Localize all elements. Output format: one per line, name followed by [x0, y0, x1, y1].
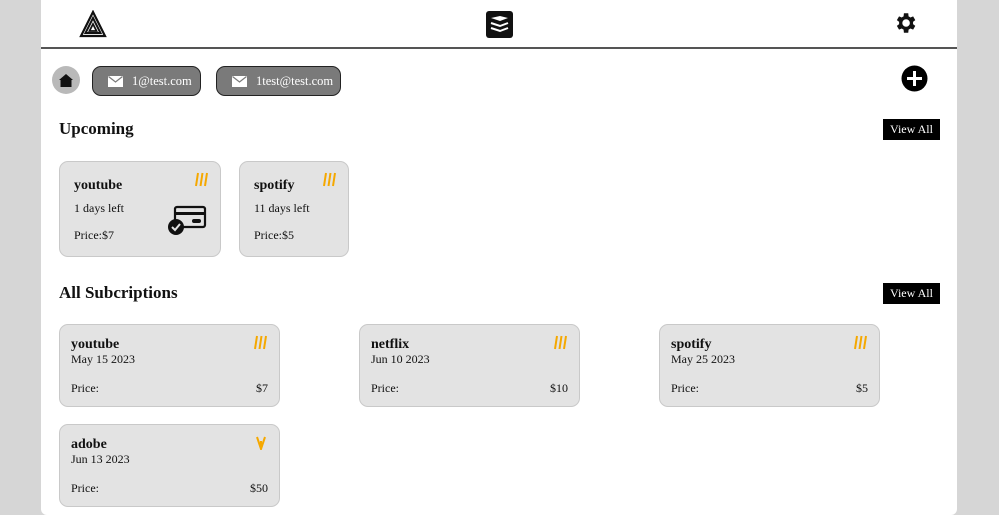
bars-icon: [854, 335, 867, 350]
days-left: 1 days left: [74, 201, 124, 215]
credit-card-check-icon: [168, 205, 207, 235]
price-label: Price:: [71, 481, 99, 495]
subscription-card-spotify[interactable]: spotify May 25 2023 Price: $5: [659, 324, 880, 407]
plus-circle-icon[interactable]: [901, 65, 928, 92]
subscription-name: spotify: [254, 178, 295, 193]
price-label: Price:: [671, 381, 699, 395]
mail-icon: [232, 75, 247, 87]
bars-icon: [554, 335, 567, 350]
all-subscriptions-title: All Subcriptions: [59, 283, 178, 302]
v-bars-icon: [256, 436, 266, 450]
price-label: Price:: [371, 381, 399, 395]
account-email: 1@test.com: [132, 73, 192, 88]
price-value: $10: [550, 381, 568, 395]
account-email: 1test@test.com: [256, 73, 334, 88]
subscription-name: adobe: [71, 437, 107, 452]
subscription-date: Jun 13 2023: [71, 452, 130, 466]
subscription-date: May 25 2023: [671, 352, 735, 366]
bars-icon: [195, 172, 208, 187]
days-left: 11 days left: [254, 201, 310, 215]
all-subscriptions-view-all-button[interactable]: View All: [883, 283, 940, 304]
gear-icon[interactable]: [892, 10, 918, 36]
price-value: $7: [256, 381, 268, 395]
price-value: $50: [250, 481, 268, 495]
subscription-card-youtube[interactable]: youtube May 15 2023 Price: $7: [59, 324, 280, 407]
upcoming-card-spotify[interactable]: spotify 11 days left Price:$5: [239, 161, 349, 257]
subscription-date: Jun 10 2023: [371, 352, 430, 366]
subscription-name: netflix: [371, 337, 410, 352]
subscription-card-adobe[interactable]: adobe Jun 13 2023 Price: $50: [59, 424, 280, 507]
subscription-card-netflix[interactable]: netflix Jun 10 2023 Price: $10: [359, 324, 580, 407]
price: Price:$5: [254, 228, 294, 242]
subscription-name: spotify: [671, 337, 712, 352]
mail-icon: [108, 75, 123, 87]
account-chip-2[interactable]: 1test@test.com: [216, 66, 341, 96]
price-value: $5: [856, 381, 868, 395]
upcoming-card-youtube[interactable]: youtube 1 days left Price:$7: [59, 161, 221, 257]
upcoming-title: Upcoming: [59, 119, 134, 138]
bars-icon: [254, 335, 267, 350]
bars-icon: [323, 172, 336, 187]
price-label: Price:: [71, 381, 99, 395]
stacked-layers-logo-icon[interactable]: [486, 11, 513, 38]
upcoming-view-all-button[interactable]: View All: [883, 119, 940, 140]
subscription-date: May 15 2023: [71, 352, 135, 366]
top-bar: [41, 0, 957, 49]
account-chip-1[interactable]: 1@test.com: [92, 66, 201, 96]
app-window: 1@test.com 1test@test.com Upcoming View …: [41, 0, 957, 515]
subscription-name: youtube: [74, 178, 123, 193]
stacked-triangle-logo-icon[interactable]: [79, 10, 107, 38]
price: Price:$7: [74, 228, 114, 242]
subscription-name: youtube: [71, 337, 120, 352]
home-button[interactable]: [52, 66, 80, 94]
home-icon: [59, 73, 73, 87]
